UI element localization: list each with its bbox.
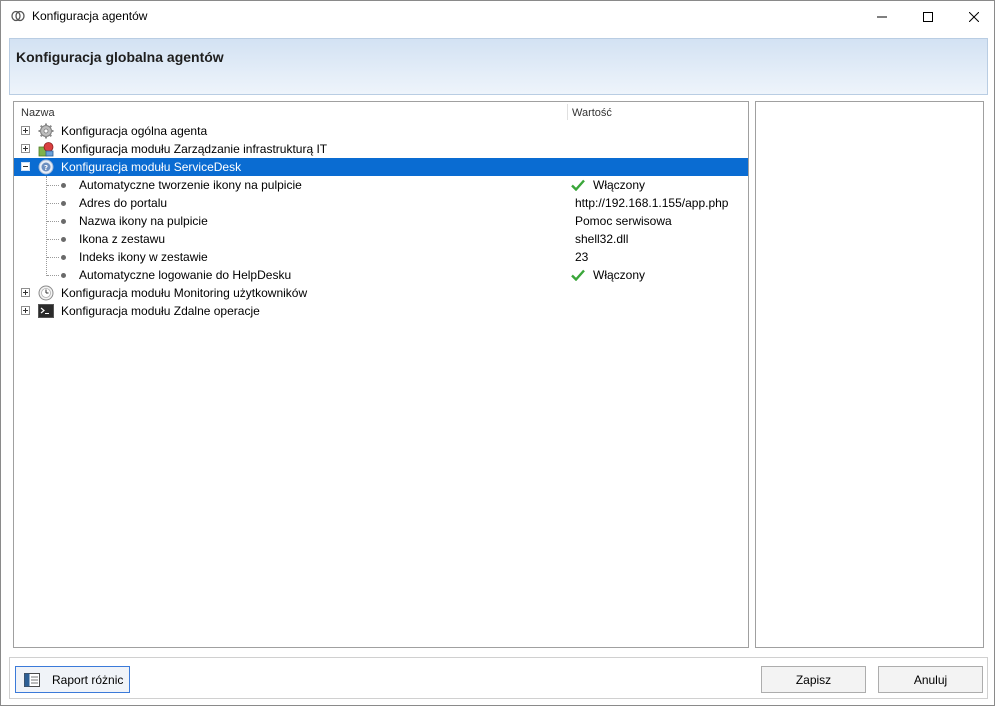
minimize-icon (877, 16, 887, 17)
tree-node-general[interactable]: Konfiguracja ogólna agenta (14, 122, 748, 140)
report-icon (24, 672, 40, 687)
monitoring-icon (38, 285, 54, 301)
expand-toggle[interactable] (21, 306, 30, 315)
expand-toggle[interactable] (21, 288, 30, 297)
app-logo-icon (11, 10, 25, 22)
header-band: Konfiguracja globalna agentów (9, 38, 988, 95)
bullet-icon (61, 183, 66, 188)
tree-header: Nazwa Wartość (14, 102, 748, 122)
cancel-button[interactable]: Anuluj (878, 666, 983, 693)
tree-connector (47, 221, 59, 222)
setting-label: Automatyczne tworzenie ikony na pulpicie (79, 178, 302, 192)
tree-node-monitoring[interactable]: Konfiguracja modułu Monitoring użytkowni… (14, 284, 748, 302)
gear-icon (38, 123, 54, 139)
window-title: Konfiguracja agentów (32, 9, 148, 23)
setting-row-auto-login[interactable]: Automatyczne logowanie do HelpDesku Włąc… (14, 266, 748, 284)
tree-node-label: Konfiguracja ogólna agenta (61, 124, 208, 138)
setting-label: Indeks ikony w zestawie (79, 250, 208, 264)
maximize-button[interactable] (905, 1, 951, 32)
setting-row-icon-set[interactable]: Ikona z zestawu shell32.dll (14, 230, 748, 248)
tree-connector (47, 239, 59, 240)
tree-node-servicedesk[interactable]: ? Konfiguracja modułu ServiceDesk (14, 158, 748, 176)
config-tree[interactable]: Nazwa Wartość Konfiguracja ogólna agenta (13, 101, 749, 648)
checkmark-icon (571, 269, 585, 281)
column-header-name[interactable]: Nazwa (21, 107, 55, 119)
setting-value[interactable]: shell32.dll (575, 232, 628, 246)
setting-label: Adres do portalu (79, 196, 168, 210)
details-panel (755, 101, 984, 648)
bullet-icon (61, 219, 66, 224)
column-separator[interactable] (567, 104, 568, 120)
setting-value[interactable]: 23 (575, 250, 588, 264)
setting-value[interactable]: Pomoc serwisowa (575, 214, 672, 228)
setting-row-icon-index[interactable]: Indeks ikony w zestawie 23 (14, 248, 748, 266)
tree-connector (47, 275, 59, 276)
title-bar: Konfiguracja agentów (1, 1, 994, 32)
save-button[interactable]: Zapisz (761, 666, 866, 693)
terminal-icon (38, 304, 54, 318)
page-title: Konfiguracja globalna agentów (16, 49, 224, 65)
checkmark-icon (571, 179, 585, 191)
expand-toggle[interactable] (21, 144, 30, 153)
bottom-toolbar: Raport różnic Zapisz Anuluj (9, 657, 988, 699)
report-diff-button[interactable]: Raport różnic (15, 666, 130, 693)
bullet-icon (61, 201, 66, 206)
collapse-toggle[interactable] (21, 162, 30, 171)
setting-value[interactable]: Włączony (593, 178, 645, 192)
tree-node-label: Konfiguracja modułu Zdalne operacje (61, 304, 260, 318)
bullet-icon (61, 273, 66, 278)
minimize-button[interactable] (859, 1, 905, 32)
setting-row-icon-name[interactable]: Nazwa ikony na pulpicie Pomoc serwisowa (14, 212, 748, 230)
column-header-value[interactable]: Wartość (572, 107, 612, 119)
setting-label: Ikona z zestawu (79, 232, 166, 246)
report-diff-label: Raport różnic (52, 672, 124, 687)
tree-connector (47, 185, 59, 186)
tree-connector (47, 203, 59, 204)
setting-label: Automatyczne logowanie do HelpDesku (79, 268, 292, 282)
tree-node-label: Konfiguracja modułu ServiceDesk (61, 160, 242, 174)
infrastructure-icon (38, 142, 54, 157)
tree-node-infrastructure[interactable]: Konfiguracja modułu Zarządzanie infrastr… (14, 140, 748, 158)
tree-node-label: Konfiguracja modułu Monitoring użytkowni… (61, 286, 308, 300)
bullet-icon (61, 237, 66, 242)
close-button[interactable] (951, 1, 995, 32)
setting-row-portal-address[interactable]: Adres do portalu http://192.168.1.155/ap… (14, 194, 748, 212)
svg-text:?: ? (44, 164, 48, 172)
config-window: Konfiguracja agentów Konfiguracja global… (0, 0, 995, 706)
bullet-icon (61, 255, 66, 260)
setting-label: Nazwa ikony na pulpicie (79, 214, 208, 228)
maximize-icon (923, 11, 933, 22)
close-icon (969, 11, 979, 22)
setting-value[interactable]: Włączony (593, 268, 645, 282)
tree-node-label: Konfiguracja modułu Zarządzanie infrastr… (61, 142, 328, 156)
servicedesk-icon: ? (38, 159, 54, 175)
setting-row-auto-icon[interactable]: Automatyczne tworzenie ikony na pulpicie… (14, 176, 748, 194)
setting-value[interactable]: http://192.168.1.155/app.php (575, 196, 728, 210)
tree-node-remote-ops[interactable]: Konfiguracja modułu Zdalne operacje (14, 302, 748, 320)
tree-connector (47, 257, 59, 258)
expand-toggle[interactable] (21, 126, 30, 135)
